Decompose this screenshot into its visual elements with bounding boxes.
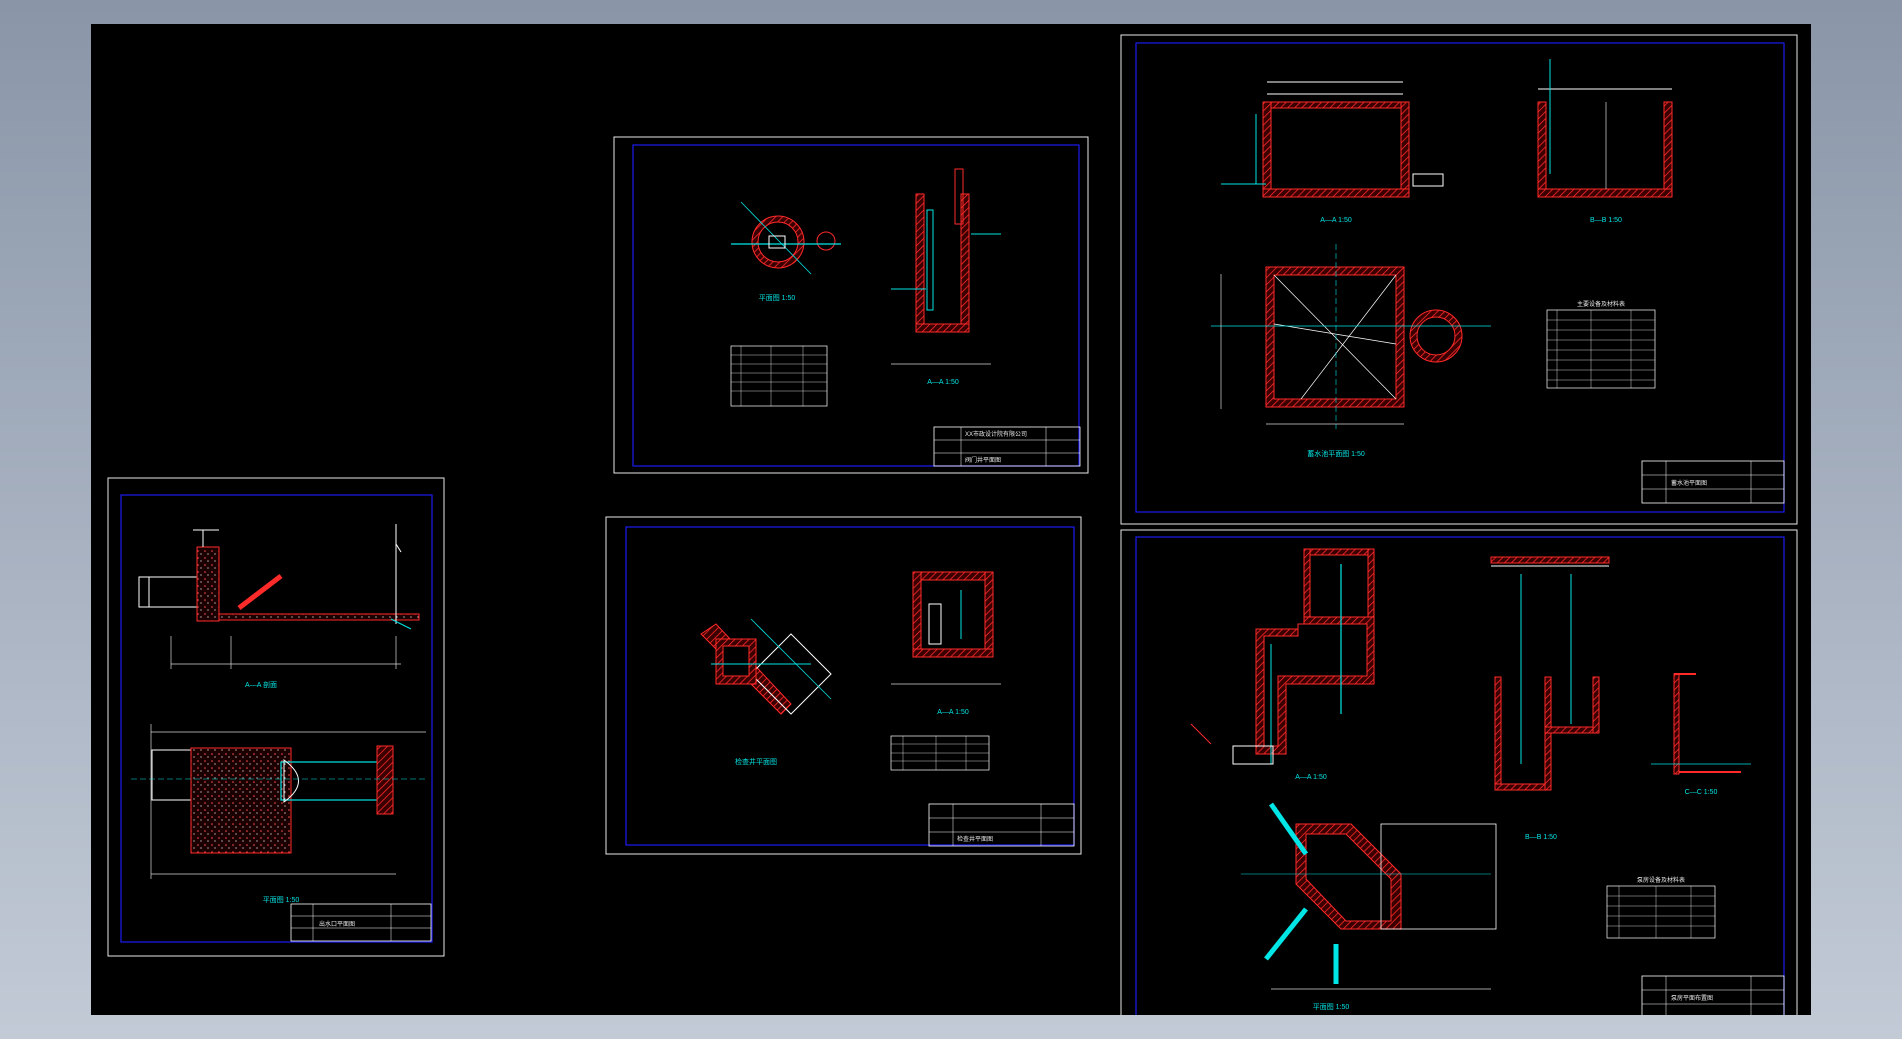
title-label-2: 阀门井平面图	[965, 456, 1001, 464]
inspection-well-plan: 检查井平面图	[700, 618, 832, 766]
valve-well-plan: 平面图 1:50	[731, 201, 841, 302]
materials-table-5: 泵房设备及材料表	[1606, 876, 1716, 939]
title-label-3: 检查井平面图	[957, 835, 993, 843]
title-label-1: 出水口平面图	[319, 920, 355, 928]
sheet-5-caption-1: A—A 1:50	[1295, 774, 1327, 781]
materials-table-4: 主要设备及材料表	[1546, 300, 1656, 389]
sheet-2-caption-1: 平面图 1:50	[759, 294, 796, 302]
drawing-sheet-2[interactable]: 平面图 1:50 A—A 1:50 XX市政设计院有限公司 阀门井平面图	[613, 136, 1089, 474]
sheet-2-caption-2: A—A 1:50	[927, 379, 959, 386]
sheet-1-caption-2: 平面图 1:50	[263, 896, 300, 904]
drawing-sheet-4[interactable]: A—A 1:50 B—B 1:50 蓄水池平面图 1:50 主要设备及材料表 蓄…	[1120, 34, 1798, 525]
cad-drawing: A—A 剖面 平面图 1:50 出水口平面图 平面图 1:50 A—A 1:50…	[107, 34, 1798, 1015]
valve-well-section: A—A 1:50	[891, 168, 1001, 386]
title-block-5: 泵房平面布置图	[1641, 975, 1785, 1015]
title-block-4: 蓄水池平面图	[1641, 460, 1785, 504]
table-title-5: 泵房设备及材料表	[1637, 876, 1685, 884]
section-a-a: A—A 剖面	[138, 524, 420, 689]
drawing-sheet-5[interactable]: A—A 1:50 B—B 1:50 C—C 1:50 平面图 1:50 泵房设备…	[1120, 529, 1798, 1015]
company-name-2: XX市政设计院有限公司	[965, 430, 1027, 438]
pump-section-b: B—B 1:50	[1490, 556, 1610, 841]
drawing-sheet-1[interactable]: A—A 剖面 平面图 1:50 出水口平面图	[107, 477, 445, 957]
title-label-4: 蓄水池平面图	[1671, 479, 1707, 487]
table-title-4: 主要设备及材料表	[1577, 300, 1625, 308]
title-block-2: XX市政设计院有限公司 阀门井平面图	[933, 426, 1081, 467]
pump-section-c: C—C 1:50	[1651, 673, 1751, 796]
pump-section-a: A—A 1:50	[1190, 548, 1375, 781]
sheet-3-caption-1: 检查井平面图	[735, 757, 777, 766]
sheet-3-caption-2: A—A 1:50	[937, 709, 969, 716]
inspection-well-section: A—A 1:50	[891, 571, 1001, 716]
title-block-3: 检查井平面图	[928, 803, 1075, 847]
pump-plan: 平面图 1:50	[1241, 802, 1497, 1011]
tank-plan: 蓄水池平面图 1:50	[1211, 244, 1491, 458]
tank-section-b: B—B 1:50	[1537, 59, 1673, 224]
sheet-5-caption-2: B—B 1:50	[1525, 834, 1557, 841]
title-block-1: 出水口平面图	[290, 903, 432, 942]
plan-view: 平面图 1:50	[131, 724, 426, 904]
tank-section-a: A—A 1:50	[1221, 81, 1444, 224]
materials-table-2	[730, 345, 828, 407]
materials-table-3	[890, 735, 990, 771]
sheet-4-caption-3: 蓄水池平面图 1:50	[1307, 449, 1365, 458]
drawing-sheet-3[interactable]: 检查井平面图 A—A 1:50 检查井平面图	[605, 516, 1082, 855]
drawing-canvas[interactable]: A—A 剖面 平面图 1:50 出水口平面图 平面图 1:50 A—A 1:50…	[91, 24, 1811, 1015]
sheet-1-caption-1: A—A 剖面	[245, 680, 277, 689]
sheet-5-caption-4: 平面图 1:50	[1313, 1003, 1350, 1011]
title-label-5: 泵房平面布置图	[1671, 994, 1713, 1002]
sheet-5-caption-3: C—C 1:50	[1685, 789, 1718, 796]
sheet-4-caption-2: B—B 1:50	[1590, 217, 1622, 224]
sheet-4-caption-1: A—A 1:50	[1320, 217, 1352, 224]
